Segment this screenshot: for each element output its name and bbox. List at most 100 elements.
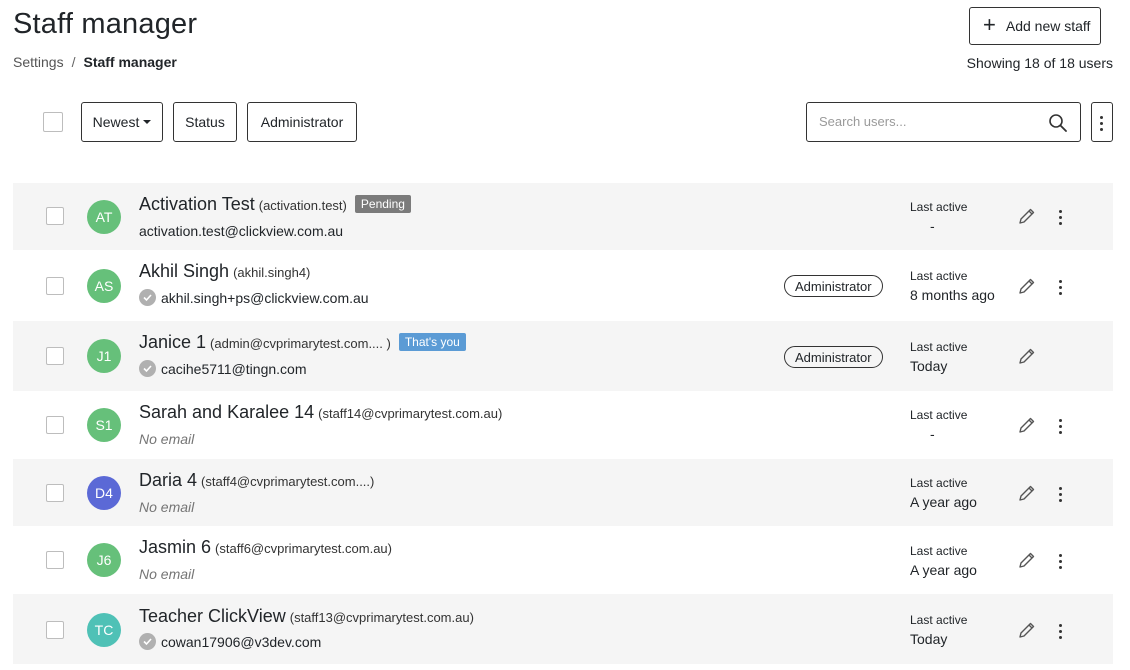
row-checkbox[interactable] (46, 551, 64, 569)
row-checkbox[interactable] (46, 621, 64, 639)
edit-pencil-icon[interactable] (1018, 207, 1036, 225)
search-icon[interactable] (1048, 113, 1068, 133)
user-name[interactable]: Activation Test (139, 194, 255, 214)
administrator-filter-label: Administrator (260, 114, 344, 130)
user-username: (akhil.singh4) (233, 265, 311, 280)
user-row[interactable]: AT Activation Test (activation.test) Pendi… (13, 183, 1113, 250)
row-checkbox[interactable] (46, 416, 64, 434)
last-active-value: - (930, 218, 935, 234)
status-filter-label: Status (185, 114, 225, 130)
search-box (806, 102, 1081, 142)
user-name[interactable]: Jasmin 6 (139, 537, 211, 557)
status-filter-button[interactable]: Status (173, 102, 237, 142)
row-checkbox[interactable] (46, 484, 64, 502)
user-name-line: Janice 1 (admin@cvprimarytest.com.... ) Th… (139, 332, 466, 353)
email-text: No email (139, 431, 195, 447)
user-name-line: Teacher ClickView (staff13@cvprimarytest.… (139, 606, 474, 627)
user-row[interactable]: J1 Janice 1 (admin@cvprimarytest.com.... … (13, 321, 1113, 391)
administrator-filter-button[interactable]: Administrator (247, 102, 357, 142)
user-username: (activation.test) (258, 198, 347, 213)
last-active-value: Today (910, 631, 948, 647)
edit-pencil-icon[interactable] (1018, 416, 1036, 434)
user-row[interactable]: TC Teacher ClickView (staff13@cvprimaryte… (13, 594, 1113, 664)
edit-pencil-icon[interactable] (1018, 551, 1036, 569)
last-active-value: A year ago (910, 562, 977, 578)
user-username: (staff4@cvprimarytest.com....) (201, 474, 375, 489)
user-name-line: Jasmin 6 (staff6@cvprimarytest.com.au) (139, 537, 392, 558)
more-options-button[interactable] (1091, 102, 1113, 142)
verified-check-icon (139, 289, 156, 306)
verified-check-icon (139, 360, 156, 377)
user-name[interactable]: Akhil Singh (139, 261, 229, 281)
select-all-checkbox[interactable] (43, 112, 63, 132)
user-email: cowan17906@v3dev.com (139, 633, 321, 650)
row-checkbox[interactable] (46, 207, 64, 225)
row-more-icon[interactable] (1059, 554, 1063, 572)
row-checkbox[interactable] (46, 277, 64, 295)
plus-icon: + (983, 12, 996, 37)
user-row[interactable]: J6 Jasmin 6 (staff6@cvprimarytest.com.au)… (13, 526, 1113, 594)
row-more-icon[interactable] (1059, 419, 1063, 437)
role-badge: Administrator (784, 275, 883, 297)
user-name-line: Akhil Singh (akhil.singh4) (139, 261, 310, 282)
last-active-value: - (930, 426, 935, 442)
user-name[interactable]: Teacher ClickView (139, 606, 286, 626)
user-email: activation.test@clickview.com.au (139, 223, 343, 239)
verified-check-icon (139, 633, 156, 650)
row-more-icon[interactable] (1059, 280, 1063, 298)
last-active-label: Last active (910, 476, 968, 490)
avatar: TC (87, 613, 121, 647)
avatar: J1 (87, 339, 121, 373)
search-input[interactable] (817, 113, 1041, 130)
user-name-line: Daria 4 (staff4@cvprimarytest.com....) (139, 470, 374, 491)
more-vertical-icon (1100, 116, 1104, 134)
edit-pencil-icon[interactable] (1018, 484, 1036, 502)
pending-badge: Pending (354, 195, 411, 213)
user-name[interactable]: Sarah and Karalee 14 (139, 402, 314, 422)
user-username: (admin@cvprimarytest.com.... ) (210, 336, 391, 351)
edit-pencil-icon[interactable] (1018, 621, 1036, 639)
thats-you-badge: That's you (398, 333, 466, 351)
row-more-icon[interactable] (1059, 624, 1063, 642)
edit-pencil-icon[interactable] (1018, 347, 1036, 365)
email-text: akhil.singh+ps@clickview.com.au (161, 289, 369, 306)
breadcrumb-settings-link[interactable]: Settings (13, 54, 64, 70)
user-email: No email (139, 499, 194, 515)
avatar: D4 (87, 476, 121, 510)
user-row[interactable]: D4 Daria 4 (staff4@cvprimarytest.com....)… (13, 459, 1113, 526)
user-email: cacihe5711@tingn.com (139, 360, 306, 377)
last-active-value: Today (910, 358, 948, 374)
breadcrumb: Settings / Staff manager (13, 54, 177, 70)
user-email: No email (139, 431, 194, 447)
sort-dropdown[interactable]: Newest (81, 102, 163, 142)
row-more-icon[interactable] (1059, 210, 1063, 228)
row-more-icon[interactable] (1059, 487, 1063, 505)
last-active-value: A year ago (910, 494, 977, 510)
last-active-label: Last active (910, 613, 968, 627)
row-checkbox[interactable] (46, 347, 64, 365)
last-active-label: Last active (910, 408, 968, 422)
user-name[interactable]: Daria 4 (139, 470, 197, 490)
sort-label: Newest (92, 114, 140, 130)
user-username: (staff6@cvprimarytest.com.au) (215, 541, 392, 556)
showing-count: Showing 18 of 18 users (966, 55, 1113, 71)
user-name[interactable]: Janice 1 (139, 332, 206, 352)
last-active-label: Last active (910, 200, 968, 214)
user-row[interactable]: AS Akhil Singh (akhil.singh4) akhil.singh… (13, 250, 1113, 321)
role-badge: Administrator (784, 346, 883, 368)
last-active-label: Last active (910, 340, 968, 354)
email-text: No email (139, 499, 195, 515)
add-new-staff-button[interactable]: + Add new staff (969, 7, 1101, 45)
avatar: AT (87, 200, 121, 234)
edit-pencil-icon[interactable] (1018, 277, 1036, 295)
user-name-line: Activation Test (activation.test) Pending (139, 194, 411, 215)
breadcrumb-separator: / (71, 54, 76, 70)
user-username: (staff14@cvprimarytest.com.au) (318, 406, 503, 421)
email-text: cowan17906@v3dev.com (161, 633, 322, 650)
user-email: akhil.singh+ps@clickview.com.au (139, 289, 369, 306)
user-row[interactable]: S1 Sarah and Karalee 14 (staff14@cvprimar… (13, 391, 1113, 459)
email-text: cacihe5711@tingn.com (161, 360, 307, 377)
avatar: J6 (87, 543, 121, 577)
user-name-line: Sarah and Karalee 14 (staff14@cvprimaryte… (139, 402, 502, 423)
last-active-value: 8 months ago (910, 287, 995, 303)
